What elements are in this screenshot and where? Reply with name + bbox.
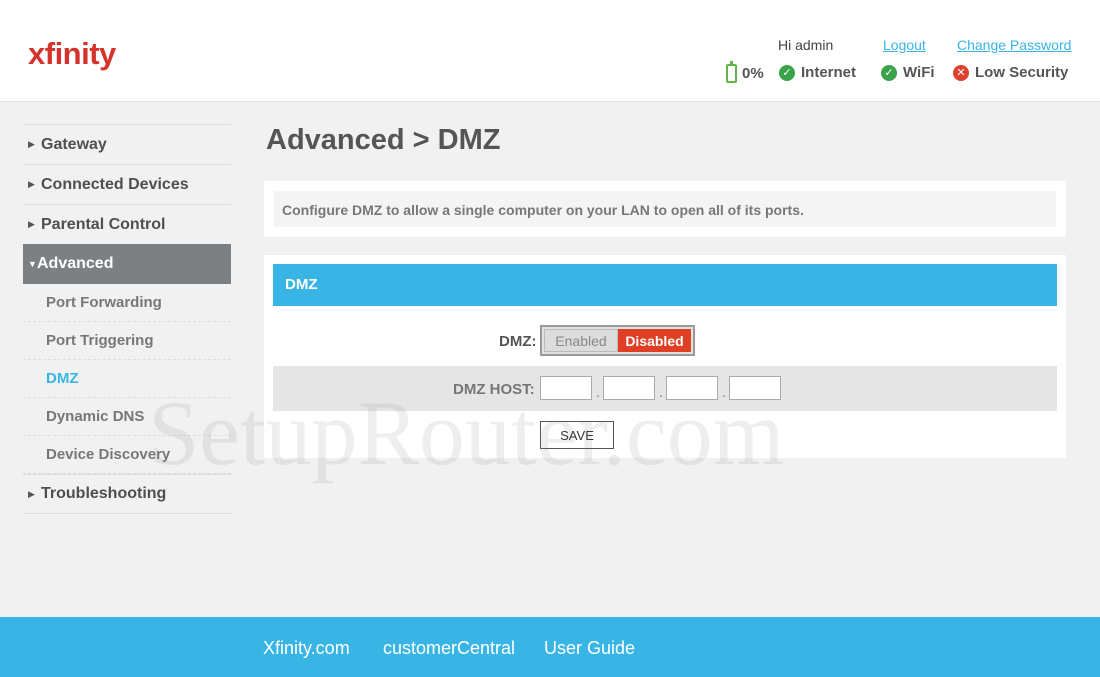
dmz-disabled-option[interactable]: Disabled [618,329,691,352]
octet-separator: . [722,384,726,400]
sidebar-subitem-port-forwarding[interactable]: Port Forwarding [23,284,231,322]
dmz-label: DMZ: [499,333,537,350]
dmz-host-octet-2[interactable] [603,376,655,400]
x-icon: ✕ [953,64,969,81]
dmz-host-octet-4[interactable] [729,376,781,400]
sidebar-item-parental-control[interactable]: ▶ Parental Control [23,204,231,244]
sidebar-nav: ▶ Gateway ▶ Connected Devices ▶ Parental… [23,124,231,514]
caret-right-icon: ▶ [28,179,35,189]
sidebar-item-label: Advanced [37,255,114,272]
battery-icon [726,61,737,83]
battery-level: 0% [742,65,764,82]
sidebar-item-label: Troubleshooting [41,485,167,502]
sidebar-subitem-label: Device Discovery [46,446,171,463]
sidebar-subitem-label: Port Forwarding [46,294,162,311]
octet-separator: . [659,384,663,400]
internet-label: Internet [801,64,857,81]
caret-right-icon: ▶ [28,139,35,149]
footer-link-user-guide[interactable]: User Guide [544,638,635,659]
dmz-panel: DMZ DMZ: Enabled Disabled DMZ HOST: . . … [264,255,1066,458]
check-icon: ✓ [779,64,795,81]
security-label: Low Security [975,64,1069,81]
footer-link-xfinity[interactable]: Xfinity.com [263,638,350,659]
panel-header: DMZ [273,264,1057,306]
caret-right-icon: ▶ [28,488,35,499]
footer-link-customer-central[interactable]: customerCentral [383,638,515,659]
dmz-host-octet-3[interactable] [666,376,718,400]
dmz-host-label: DMZ HOST: [453,381,535,398]
change-password-link[interactable]: Change Password [957,37,1071,53]
sidebar-subitem-label: DMZ [46,370,79,387]
footer: Xfinity.com customerCentral User Guide [0,617,1100,677]
sidebar-subitem-label: Port Triggering [46,332,154,349]
greeting-text: Hi admin [778,37,834,53]
sidebar-item-gateway[interactable]: ▶ Gateway [23,124,231,164]
sidebar-item-connected-devices[interactable]: ▶ Connected Devices [23,164,231,204]
check-icon: ✓ [881,64,897,81]
xfinity-logo[interactable]: xfinity [28,36,116,72]
octet-separator: . [596,384,600,400]
internet-status: ✓ Internet [779,64,856,81]
page-title: Advanced > DMZ [266,124,501,156]
sidebar-item-troubleshooting[interactable]: ▶ Troubleshooting [23,474,231,514]
sidebar-subitem-dynamic-dns[interactable]: Dynamic DNS [23,398,231,436]
dmz-host-octet-1[interactable] [540,376,592,400]
caret-right-icon: ▶ [28,219,35,229]
caret-down-icon: ▼ [28,259,37,269]
sidebar-item-advanced[interactable]: ▼ Advanced [23,244,231,284]
sidebar-subitem-dmz[interactable]: DMZ [23,360,231,398]
info-box: Configure DMZ to allow a single computer… [264,181,1066,237]
wifi-status: ✓ WiFi [881,64,935,81]
security-status: ✕ Low Security [953,64,1068,81]
info-text: Configure DMZ to allow a single computer… [274,191,1056,227]
logout-link[interactable]: Logout [883,37,926,53]
wifi-label: WiFi [903,64,935,81]
sidebar-item-label: Gateway [41,135,107,153]
sidebar-item-label: Parental Control [41,215,166,233]
sidebar-item-label: Connected Devices [41,175,189,193]
dmz-enabled-option[interactable]: Enabled [544,329,618,352]
sidebar-subitem-port-triggering[interactable]: Port Triggering [23,322,231,360]
header: xfinity Hi admin Logout Change Password … [0,0,1100,102]
sidebar-subitem-label: Dynamic DNS [46,408,145,425]
dmz-host-row: DMZ HOST: . . . [273,366,1057,411]
battery-status: 0% [726,61,764,83]
save-button[interactable]: SAVE [540,421,614,449]
dmz-toggle: Enabled Disabled [540,325,695,356]
sidebar-subitem-device-discovery[interactable]: Device Discovery [23,436,231,474]
